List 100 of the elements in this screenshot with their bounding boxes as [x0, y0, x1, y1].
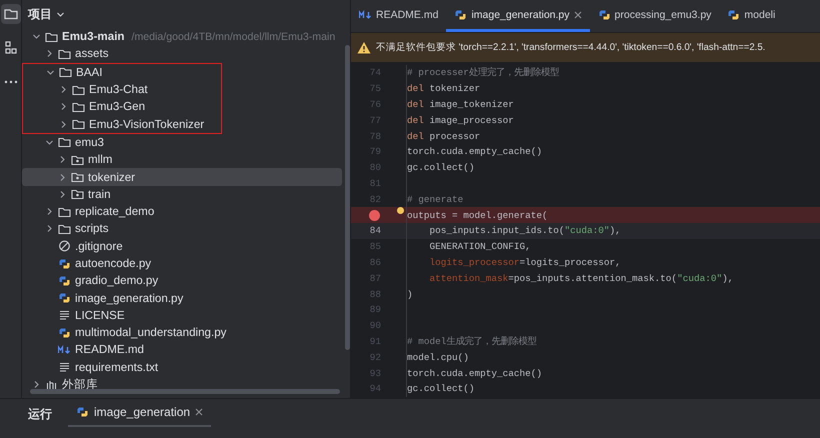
code-line: # model生成完了，先删除模型 — [407, 334, 536, 348]
code-line: attention_mask=pos_inputs.attention_mask.to("cuda:0"), — [428, 272, 734, 284]
tree-item[interactable]: multimodal_understanding.py — [22, 324, 342, 342]
code-line: outputs = model.generate( — [407, 210, 548, 221]
item-label: Emu3-Gen — [89, 100, 146, 114]
editor-tab[interactable]: modeli — [719, 0, 784, 32]
tree-item[interactable]: image_generation.py — [22, 289, 342, 307]
python-file-icon — [58, 258, 71, 270]
structure-icon[interactable] — [2, 40, 18, 56]
tree-item[interactable]: tokenizer — [22, 168, 342, 186]
run-panel-title: 运行 — [28, 406, 52, 423]
markdown-file-icon — [359, 8, 372, 20]
code-line: torch.cuda.empty_cache() — [407, 146, 542, 158]
folder-icon — [59, 66, 72, 78]
tree-item[interactable]: README.md — [22, 341, 342, 359]
tree-item[interactable]: Emu3-Gen — [23, 98, 221, 116]
breakpoint-icon[interactable] — [369, 210, 380, 221]
item-label: tokenizer — [88, 170, 136, 184]
tree-item[interactable]: emu3 — [22, 134, 342, 152]
item-label: requirements.txt — [75, 360, 158, 374]
line-number: 84 — [368, 225, 381, 236]
item-label: LICENSE — [75, 308, 125, 322]
code-line: del processor — [407, 130, 480, 142]
item-label: gradio_demo.py — [75, 274, 158, 288]
warning-icon — [357, 41, 371, 54]
chevron-down-icon — [56, 10, 65, 18]
warning-text: 不满足软件包要求 'torch==2.2.1', 'transformers==4.44.0', 'tiktoken==0.6.0', 'flash-attn==2.5. — [376, 41, 766, 54]
item-label: image_generation.py — [75, 292, 184, 305]
folder-icon — [58, 136, 71, 148]
folder-icon — [45, 30, 58, 43]
folder-icon — [58, 222, 71, 235]
tree-item[interactable]: scripts — [22, 220, 342, 238]
tree-item[interactable]: requirements.txt — [22, 358, 342, 376]
tree-item[interactable]: .gitignore — [22, 238, 342, 255]
text-file-icon — [58, 309, 71, 322]
item-label: Emu3-VisionTokenizer — [89, 118, 204, 131]
item-label: emu3 — [75, 136, 104, 149]
folder-icon — [72, 100, 85, 113]
tree-item[interactable]: LICENSE — [22, 306, 342, 324]
markdown-file-icon — [58, 344, 71, 356]
item-label: 外部库 — [62, 377, 98, 392]
tree-item[interactable]: mllm — [22, 151, 342, 168]
code-line: del image_processor — [407, 114, 514, 126]
item-label: Emu3-main — [62, 30, 124, 44]
close-icon[interactable] — [195, 408, 204, 416]
python-file-icon — [454, 8, 468, 20]
python-file-icon — [727, 8, 740, 20]
item-label: scripts — [75, 222, 108, 236]
tree-item[interactable]: autoencode.py — [22, 254, 342, 272]
scrollbar[interactable] — [345, 45, 350, 350]
item-label: Emu3-Chat — [89, 83, 148, 96]
code-line: model.cpu() — [407, 352, 469, 363]
scrollbar[interactable] — [30, 389, 340, 394]
tree-item[interactable]: assets — [22, 45, 342, 63]
code-line: torch.cuda.empty_cache() — [407, 368, 542, 379]
package-folder-icon — [71, 188, 84, 200]
code-line: GENERATION_CONFIG, — [428, 241, 531, 252]
item-label: README.md — [75, 343, 144, 356]
code-line: del tokenizer — [407, 83, 480, 94]
text-file-icon — [58, 361, 71, 374]
code-line: del image_tokenizer — [407, 98, 514, 110]
panel-title[interactable]: 项目 — [28, 6, 52, 22]
tree-item[interactable]: BAAI — [23, 64, 221, 81]
python-file-icon — [58, 274, 71, 287]
item-label: .gitignore — [75, 240, 123, 253]
tree-item[interactable]: gradio_demo.py — [22, 272, 342, 290]
item-label: train — [88, 188, 111, 201]
editor-tab[interactable]: README.md — [351, 0, 446, 32]
run-tab[interactable]: image_generation — [68, 399, 212, 427]
item-label: replicate_demo — [75, 205, 154, 218]
tree-item[interactable]: Emu3-main /media/good/4TB/mn/model/llm/Emu3-main — [22, 28, 350, 46]
code-line: # processer处理完了，先删除模型 — [407, 66, 559, 80]
tree-item[interactable]: Emu3-Chat — [23, 80, 221, 98]
code-line: gc.collect() — [407, 162, 475, 174]
package-folder-icon — [71, 154, 84, 166]
tree-item[interactable]: train — [22, 186, 342, 203]
item-label: autoencode.py — [75, 257, 152, 270]
lightbulb-icon[interactable] — [397, 207, 404, 214]
path-hint: /media/good/4TB/mn/model/llm/Emu3-main — [132, 30, 336, 43]
item-label: BAAI — [76, 66, 102, 79]
code-line: ) — [407, 288, 413, 300]
item-label: multimodal_understanding.py — [75, 326, 226, 340]
package-folder-icon — [71, 171, 84, 184]
python-file-icon — [598, 8, 611, 20]
python-file-icon — [76, 406, 89, 418]
folder-icon — [58, 48, 71, 60]
editor-tab[interactable]: processing_emu3.py — [590, 0, 720, 32]
folder-icon — [72, 84, 85, 96]
item-label: assets — [75, 47, 109, 60]
tree-item[interactable]: 外部库 — [22, 376, 342, 394]
folder-icon — [58, 206, 71, 218]
tree-item[interactable]: replicate_demo — [22, 202, 342, 220]
folder-icon — [72, 118, 85, 130]
close-icon[interactable] — [574, 10, 582, 18]
tree-item[interactable]: Emu3-VisionTokenizer — [23, 115, 221, 133]
code-line: logits_processor=logits_processor, — [428, 256, 621, 268]
item-label: mllm — [88, 153, 112, 166]
code-line: # generate — [407, 194, 464, 205]
code-line: pos_inputs.input_ids.to("cuda:0"), — [428, 225, 621, 236]
library-icon — [45, 378, 58, 391]
